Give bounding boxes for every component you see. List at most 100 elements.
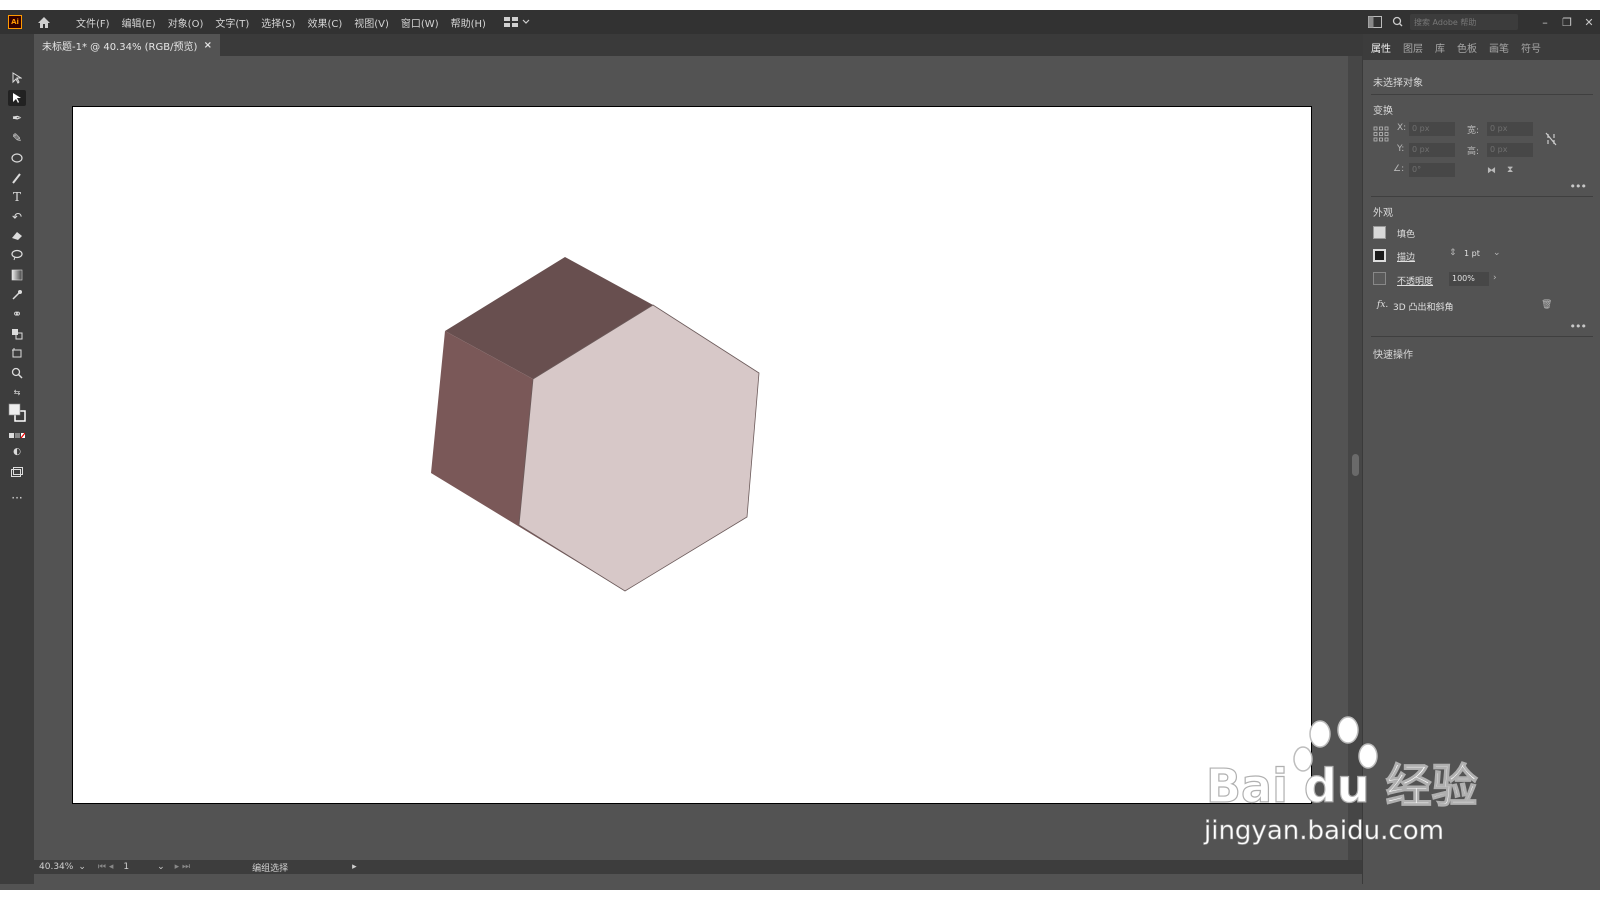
stroke-label[interactable]: 描边 [1397, 250, 1415, 263]
y-label: Y: [1397, 144, 1405, 154]
appearance-title: 外观 [1373, 208, 1393, 219]
artboard[interactable] [72, 106, 1312, 804]
screen-mode-icon[interactable] [8, 464, 26, 480]
width-field[interactable]: 0 px [1487, 122, 1533, 136]
stroke-swatch[interactable] [1373, 249, 1386, 262]
menu-bar: Ai 文件(F) 编辑(E) 对象(O) 文字(T) 选择(S) 效果(C) 视… [0, 10, 1600, 34]
selection-tool-icon[interactable] [8, 70, 26, 86]
first-artboard-icon[interactable]: ⏮ ◂ [98, 862, 113, 872]
width-label: 宽: [1467, 126, 1480, 136]
tab-libraries[interactable]: 库 [1435, 40, 1445, 55]
color-mode-icon[interactable] [8, 428, 26, 444]
close-window-button[interactable]: ✕ [1578, 16, 1600, 29]
transform-title: 变换 [1373, 106, 1393, 117]
tab-brushes[interactable]: 画笔 [1489, 40, 1509, 55]
flip-vertical-icon[interactable]: ⧗ [1507, 165, 1513, 175]
status-menu-icon[interactable]: ▸ [352, 862, 357, 872]
panel-toggle-icon[interactable] [1368, 16, 1382, 28]
baidu-brand-text: Bai du 经验 [1206, 759, 1478, 813]
fill-swatch[interactable] [1373, 226, 1386, 239]
lasso-tool-icon[interactable] [8, 247, 26, 263]
stroke-stepper-icon[interactable]: ⇕ [1449, 248, 1457, 258]
menu-file[interactable]: 文件(F) [70, 15, 116, 30]
fill-stroke-swatches[interactable] [8, 402, 26, 424]
menu-view[interactable]: 视图(V) [348, 15, 395, 30]
tools-panel: ✒ ✎ T ↶ ⚭ ⇆ ◐ ··· [0, 34, 34, 884]
fill-label: 填色 [1397, 230, 1416, 240]
grid-layout-icon [503, 17, 518, 27]
direct-selection-tool-icon[interactable] [8, 90, 26, 106]
stroke-dropdown-icon[interactable]: ⌄ [1493, 248, 1501, 258]
x-field[interactable]: 0 px [1409, 122, 1455, 136]
reference-point-icon[interactable] [1373, 126, 1389, 142]
menu-type[interactable]: 文字(T) [209, 15, 255, 30]
zoom-tool-icon[interactable] [8, 365, 26, 381]
appearance-more-icon[interactable]: ••• [1570, 320, 1587, 333]
app-logo: Ai [8, 15, 22, 29]
divider [1371, 336, 1593, 337]
next-artboard-icon[interactable]: ▸ ⏭ [175, 862, 190, 872]
opacity-label[interactable]: 不透明度 [1397, 274, 1433, 287]
fx-icon: fx. [1377, 300, 1389, 310]
type-tool-icon[interactable]: T [8, 189, 26, 205]
flip-horizontal-icon[interactable]: ⧓ [1487, 166, 1496, 176]
draw-mode-icon[interactable]: ◐ [8, 444, 26, 460]
shape-builder-tool-icon[interactable] [8, 326, 26, 342]
menu-select[interactable]: 选择(S) [255, 15, 301, 30]
restore-button[interactable]: ❐ [1556, 16, 1578, 29]
minimize-button[interactable]: – [1534, 16, 1556, 29]
panel-tab-bar: 属性 图层 库 色板 画笔 符号 [1363, 34, 1600, 60]
constrain-proportions-icon[interactable] [1545, 132, 1557, 146]
eyedropper-tool-icon[interactable] [8, 287, 26, 303]
tab-symbols[interactable]: 符号 [1521, 40, 1541, 55]
chevron-down-icon [522, 19, 530, 24]
hexagon-3d-artwork[interactable] [73, 107, 1313, 805]
menu-help[interactable]: 帮助(H) [445, 15, 492, 30]
baidu-paw-logo: Bai du 经验 jingyan.baidu.com [1203, 716, 1478, 846]
tab-properties[interactable]: 属性 [1371, 40, 1391, 55]
document-tab-bar: 未标题-1* @ 40.34% (RGB/预览) × [34, 34, 1382, 56]
blend-tool-icon[interactable]: ⚭ [8, 306, 26, 322]
canvas-area[interactable] [34, 56, 1348, 868]
artboard-dropdown-icon[interactable]: ⌄ [157, 862, 165, 872]
curvature-tool-icon[interactable]: ✎ [8, 130, 26, 146]
zoom-dropdown-icon[interactable]: ⌄ [78, 862, 86, 872]
swap-colors-icon[interactable]: ⇆ [8, 384, 26, 400]
close-tab-icon[interactable]: × [204, 40, 212, 51]
home-icon[interactable] [36, 14, 52, 30]
pen-tool-icon[interactable]: ✒ [8, 110, 26, 126]
help-search-input[interactable]: 搜索 Adobe 帮助 [1410, 14, 1518, 30]
menu-window[interactable]: 窗口(W) [395, 15, 445, 30]
angle-field[interactable]: 0° [1409, 163, 1455, 177]
gradient-tool-icon[interactable] [8, 267, 26, 283]
artboard-number[interactable]: 1 [123, 862, 129, 872]
document-tab[interactable]: 未标题-1* @ 40.34% (RGB/预览) × [34, 34, 220, 56]
y-field[interactable]: 0 px [1409, 143, 1455, 157]
menu-edit[interactable]: 编辑(E) [116, 15, 162, 30]
tab-layers[interactable]: 图层 [1403, 40, 1423, 55]
eraser-tool-icon[interactable] [8, 228, 26, 244]
effect-3d-link[interactable]: 3D 凸出和斜角 [1393, 300, 1454, 313]
opacity-field[interactable]: 100% [1449, 272, 1489, 286]
height-field[interactable]: 0 px [1487, 143, 1533, 157]
transform-more-icon[interactable]: ••• [1570, 180, 1587, 193]
trash-icon[interactable]: 🗑 [1541, 300, 1552, 310]
menu-effect[interactable]: 效果(C) [301, 15, 348, 30]
paintbrush-tool-icon[interactable] [8, 170, 26, 186]
rotate-tool-icon[interactable]: ↶ [8, 209, 26, 225]
tab-swatches[interactable]: 色板 [1457, 40, 1477, 55]
quick-actions-title: 快速操作 [1373, 350, 1413, 361]
ellipse-tool-icon[interactable] [8, 150, 26, 166]
artboard-tool-icon[interactable] [8, 345, 26, 361]
stroke-weight-field[interactable]: 1 pt [1461, 247, 1491, 261]
edit-toolbar-icon[interactable]: ··· [8, 490, 26, 506]
status-bar: 40.34% ⌄ ⏮ ◂ 1 ⌄ ▸ ⏭ 编组选择 ▸ [34, 860, 1362, 874]
search-icon[interactable] [1392, 16, 1408, 28]
workspace-switcher[interactable] [503, 17, 530, 27]
zoom-level[interactable]: 40.34% [39, 862, 73, 872]
opacity-chevron-icon[interactable]: › [1493, 273, 1497, 283]
main-menu: 文件(F) 编辑(E) 对象(O) 文字(T) 选择(S) 效果(C) 视图(V… [70, 15, 492, 30]
scroll-thumb[interactable] [1352, 454, 1359, 476]
menu-object[interactable]: 对象(O) [162, 15, 210, 30]
no-selection-label: 未选择对象 [1373, 78, 1423, 89]
